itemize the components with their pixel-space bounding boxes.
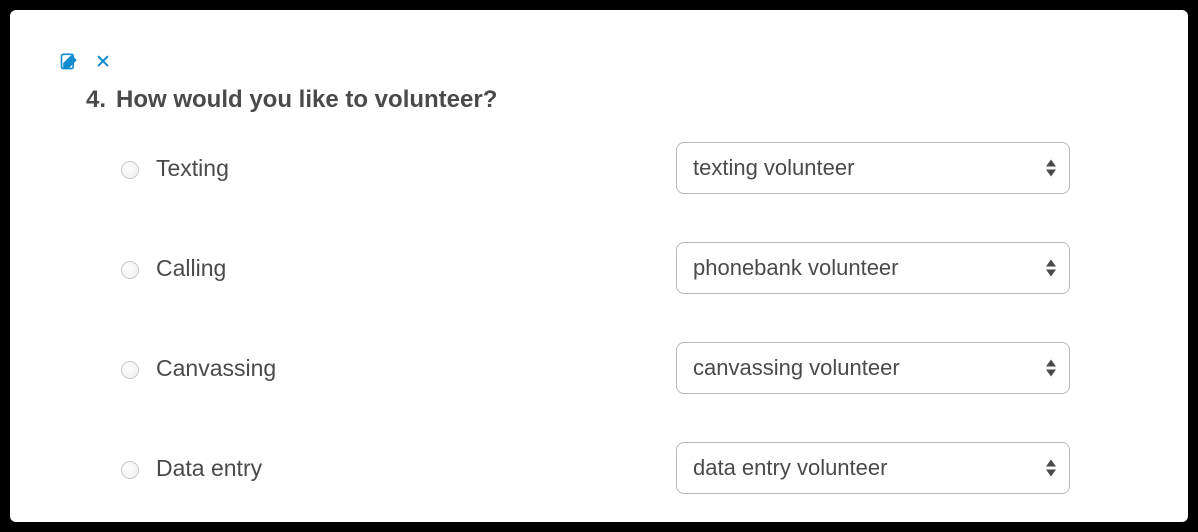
question-number: 4. <box>86 86 106 114</box>
option-label: Calling <box>156 255 226 282</box>
option-row: Data entry data entry volunteer <box>116 442 1140 494</box>
option-label: Data entry <box>156 455 262 482</box>
option-label: Texting <box>156 155 229 182</box>
tag-select-texting[interactable]: texting volunteer <box>676 142 1070 194</box>
question-header: 4. How would you like to volunteer? <box>86 86 1140 114</box>
question-text: How would you like to volunteer? <box>116 86 497 114</box>
delete-button[interactable] <box>92 50 114 72</box>
option-left: Calling <box>116 255 676 282</box>
select-wrap: canvassing volunteer <box>676 342 1070 394</box>
tag-select-canvassing[interactable]: canvassing volunteer <box>676 342 1070 394</box>
option-left: Texting <box>116 155 676 182</box>
option-row: Texting texting volunteer <box>116 142 1140 194</box>
option-left: Canvassing <box>116 355 676 382</box>
close-icon <box>93 51 113 71</box>
option-radio-texting[interactable] <box>121 161 139 179</box>
option-radio-calling[interactable] <box>121 261 139 279</box>
option-radio-canvassing[interactable] <box>121 361 139 379</box>
tag-select-data-entry[interactable]: data entry volunteer <box>676 442 1070 494</box>
options-list: Texting texting volunteer Calling phoneb… <box>116 142 1140 494</box>
select-wrap: data entry volunteer <box>676 442 1070 494</box>
edit-icon <box>59 51 79 71</box>
edit-button[interactable] <box>58 50 80 72</box>
question-card: 4. How would you like to volunteer? Text… <box>10 10 1188 522</box>
question-actions <box>58 50 1140 72</box>
option-label: Canvassing <box>156 355 276 382</box>
option-row: Canvassing canvassing volunteer <box>116 342 1140 394</box>
select-wrap: phonebank volunteer <box>676 242 1070 294</box>
tag-select-calling[interactable]: phonebank volunteer <box>676 242 1070 294</box>
option-radio-data-entry[interactable] <box>121 461 139 479</box>
select-wrap: texting volunteer <box>676 142 1070 194</box>
option-left: Data entry <box>116 455 676 482</box>
option-row: Calling phonebank volunteer <box>116 242 1140 294</box>
